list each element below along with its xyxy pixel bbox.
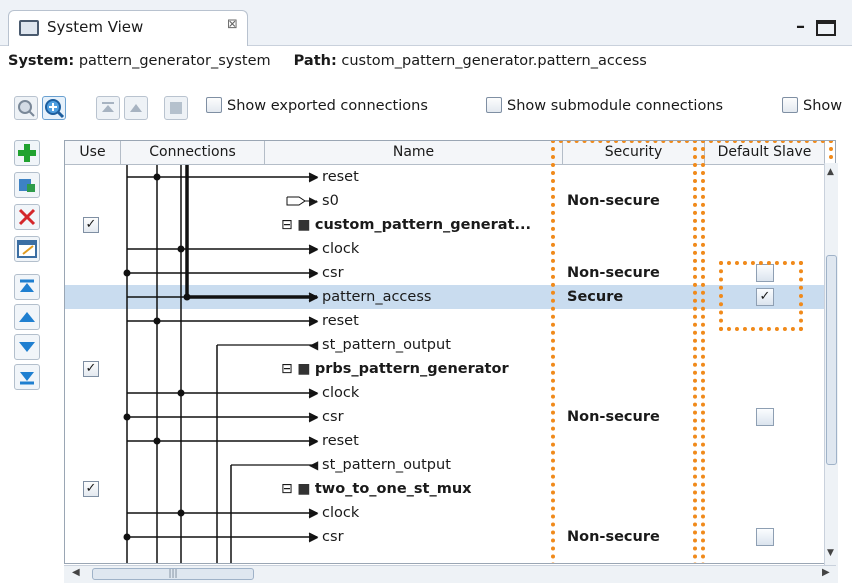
move-top-icon [102, 102, 114, 112]
add-module-icon [19, 179, 35, 192]
row-name: reset [322, 433, 359, 449]
use-checkbox[interactable]: ✓ [83, 217, 99, 233]
filter-button[interactable] [164, 96, 188, 120]
vertical-scroll-thumb[interactable] [826, 255, 837, 465]
connection-dot [123, 269, 131, 277]
move-up-row-button[interactable] [14, 304, 40, 330]
row-name: csr [322, 265, 344, 281]
row-name: pattern_access [322, 289, 432, 305]
move-down-row-icon [19, 342, 35, 352]
column-header-use[interactable]: Use [65, 141, 121, 165]
row-name: two_to_one_st_mux [314, 481, 472, 497]
connection-dot [183, 293, 191, 301]
default-slave-checkbox-highlight [719, 261, 803, 331]
show-more-checkbox[interactable] [782, 96, 798, 113]
zoom-out-button[interactable] [14, 96, 38, 120]
maximize-icon[interactable] [816, 20, 836, 36]
zoom-in-icon [45, 99, 65, 119]
connection-dot [177, 389, 185, 397]
horizontal-scroll-thumb[interactable]: ||| [92, 568, 254, 580]
use-checkbox[interactable]: ✓ [83, 481, 99, 497]
connection-dot [123, 413, 131, 421]
connection-dot [153, 317, 161, 325]
name-cell: ◀ st_pattern_output [309, 333, 451, 357]
connection-lines [123, 165, 319, 563]
row-name: st_pattern_output [322, 457, 451, 473]
scroll-right-icon[interactable]: ▶ [822, 567, 830, 578]
move-up-button[interactable] [124, 96, 148, 120]
add-module-button[interactable] [14, 172, 40, 198]
connection-dot [177, 245, 185, 253]
use-checkbox[interactable]: ✓ [83, 361, 99, 377]
filter-icon [170, 102, 182, 114]
row-name: csr [322, 409, 344, 425]
tab-close-icon[interactable]: ⊠ [227, 17, 238, 32]
move-to-top-icon [20, 279, 34, 292]
zoom-out-icon [18, 100, 35, 117]
row-name: clock [322, 385, 360, 401]
add-icon [18, 144, 36, 162]
system-value: pattern_generator_system [78, 53, 271, 69]
minimize-icon[interactable]: – [796, 16, 805, 37]
path-value: custom_pattern_generator.pattern_access [341, 53, 647, 69]
move-down-row-button[interactable] [14, 334, 40, 360]
tab-system-view[interactable]: System View ⊠ [8, 10, 248, 46]
connections-table: Use Connections Name Security Default Sl… [64, 140, 836, 564]
connection-dot [177, 509, 185, 517]
show-exported-checkbox[interactable] [206, 96, 222, 113]
move-up-icon [130, 104, 142, 112]
name-cell: ▶ pattern_access [309, 285, 431, 309]
export-pin-icon [286, 196, 306, 206]
row-name: s0 [322, 193, 339, 209]
connection-dot [123, 533, 131, 541]
column-header-connections[interactable]: Connections [121, 141, 265, 165]
move-top-button[interactable] [96, 96, 120, 120]
system-view-icon [19, 20, 39, 36]
system-path-line: System: pattern_generator_system Path: c… [8, 53, 647, 69]
system-label: System: [8, 53, 75, 69]
name-cell: ◀ st_pattern_output [309, 453, 451, 477]
move-up-row-icon [19, 312, 35, 322]
remove-button[interactable] [14, 204, 40, 230]
scroll-up-icon[interactable]: ▲ [827, 167, 834, 177]
scroll-left-icon[interactable]: ◀ [72, 567, 80, 578]
row-name: clock [322, 241, 360, 257]
remove-icon [18, 208, 36, 226]
show-exported-connections-option[interactable]: Show exported connections [206, 96, 428, 114]
show-submodule-connections-option[interactable]: Show submodule connections [486, 96, 724, 114]
zoom-in-button[interactable] [42, 96, 66, 120]
edit-button[interactable] [14, 236, 40, 262]
default-slave-column-highlight [701, 141, 833, 563]
connection-dot [153, 173, 161, 181]
connection-dot [153, 437, 161, 445]
row-name: prbs_pattern_generator [314, 361, 509, 377]
move-to-bottom-button[interactable] [14, 364, 40, 390]
toolbar: Show exported connections Show submodule… [0, 88, 852, 128]
add-button[interactable] [14, 140, 40, 166]
show-more-label: Show [803, 98, 843, 114]
row-name: csr [322, 529, 344, 545]
edit-icon [17, 240, 37, 258]
move-to-bottom-icon [20, 372, 34, 385]
row-name: custom_pattern_generat... [314, 217, 532, 233]
security-column-highlight [551, 141, 697, 563]
row-name: reset [322, 313, 359, 329]
tab-title: System View [47, 18, 144, 36]
move-to-top-button[interactable] [14, 274, 40, 300]
vertical-scrollbar[interactable]: ▲ ▼ [824, 163, 838, 583]
view-tabbar: System View ⊠ – [0, 0, 852, 46]
row-name: st_pattern_output [322, 337, 451, 353]
scroll-down-icon[interactable]: ▼ [827, 548, 834, 558]
show-submodule-checkbox[interactable] [486, 96, 502, 113]
path-label: Path: [293, 53, 337, 69]
show-exported-label: Show exported connections [227, 98, 428, 114]
row-name: reset [322, 169, 359, 185]
row-name: clock [322, 505, 360, 521]
column-header-name[interactable]: Name [265, 141, 563, 165]
show-submodule-label: Show submodule connections [507, 98, 724, 114]
horizontal-scrollbar[interactable]: ◀ ||| ▶ [64, 565, 836, 583]
show-more-option[interactable]: Show [782, 96, 843, 114]
